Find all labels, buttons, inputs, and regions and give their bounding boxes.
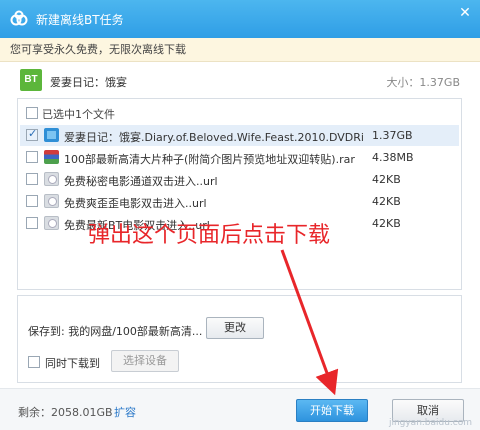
select-device-button[interactable]: 选择设备 xyxy=(111,350,179,372)
task-header: BT 爱妻日记：饿宴 大小：1.37GB xyxy=(20,67,460,95)
file-size: 4.38MB xyxy=(372,151,414,164)
sync-download-checkbox[interactable] xyxy=(28,356,40,368)
file-checkbox[interactable] xyxy=(26,217,38,229)
save-path-label: 保存到: 我的网盘/100部最新高清... xyxy=(28,325,203,338)
save-location-panel: 保存到: 我的网盘/100部最新高清... 更改 同时下载到 选择设备 xyxy=(17,295,462,383)
file-row[interactable]: 爱妻日记：饿宴.Diary.of.Beloved.Wife.Feast.2010… xyxy=(20,125,459,146)
url-file-icon xyxy=(44,216,59,230)
file-checkbox[interactable] xyxy=(26,195,38,207)
file-size: 1.37GB xyxy=(372,129,413,142)
expand-storage-link[interactable]: 扩容 xyxy=(114,404,136,420)
select-all-row[interactable]: 已选中1个文件 xyxy=(18,99,461,125)
file-row[interactable]: 免费爽歪歪电影双击进入..url 42KB xyxy=(20,191,459,212)
sync-download-label: 同时下载到 xyxy=(45,357,100,370)
bt-file-icon xyxy=(44,128,59,142)
task-name: 爱妻日记：饿宴 xyxy=(50,76,127,89)
file-checkbox[interactable] xyxy=(26,151,38,163)
file-name: 100部最新高清大片种子(附简介图片预览地址双迎转贴).rar xyxy=(64,153,355,166)
select-all-checkbox[interactable] xyxy=(26,107,38,119)
close-icon[interactable]: ✕ xyxy=(456,4,474,22)
rar-file-icon xyxy=(44,150,59,164)
url-file-icon xyxy=(44,194,59,208)
window-title: 新建离线BT任务 xyxy=(36,13,124,27)
url-file-icon xyxy=(44,172,59,186)
file-size: 42KB xyxy=(372,217,401,230)
change-path-button[interactable]: 更改 xyxy=(206,317,264,339)
file-row[interactable]: 100部最新高清大片种子(附简介图片预览地址双迎转贴).rar 4.38MB xyxy=(20,147,459,168)
file-list: 已选中1个文件 爱妻日记：饿宴.Diary.of.Beloved.Wife.Fe… xyxy=(17,98,462,290)
file-size: 42KB xyxy=(372,195,401,208)
file-checkbox[interactable] xyxy=(26,173,38,185)
remaining-space: 剩余：2058.01GB xyxy=(18,406,113,419)
file-row[interactable]: 免费秘密电影通道双击进入..url 42KB xyxy=(20,169,459,190)
instruction-annotation: 弹出这个页面后点击下载 xyxy=(88,223,331,248)
title-bar: 新建离线BT任务 ✕ xyxy=(0,0,480,38)
file-name: 爱妻日记：饿宴.Diary.of.Beloved.Wife.Feast.2010… xyxy=(64,131,364,144)
file-name: 免费秘密电影通道双击进入..url xyxy=(64,175,218,188)
footer-bar: 剩余：2058.01GB 扩容 开始下载 取消 jingyan.baidu.co… xyxy=(0,388,480,430)
task-size: 大小：1.37GB xyxy=(386,76,460,89)
file-checkbox[interactable] xyxy=(26,127,38,141)
watermark: jingyan.baidu.com xyxy=(388,418,472,428)
cloud-logo-icon xyxy=(10,10,28,26)
free-notice: 您可享受永久免费，无限次离线下载 xyxy=(0,38,480,62)
bt-icon: BT xyxy=(20,69,42,91)
file-name: 免费爽歪歪电影双击进入..url xyxy=(64,197,207,210)
start-download-button[interactable]: 开始下载 xyxy=(296,399,368,422)
selected-count-label: 已选中1个文件 xyxy=(42,108,115,121)
file-size: 42KB xyxy=(372,173,401,186)
